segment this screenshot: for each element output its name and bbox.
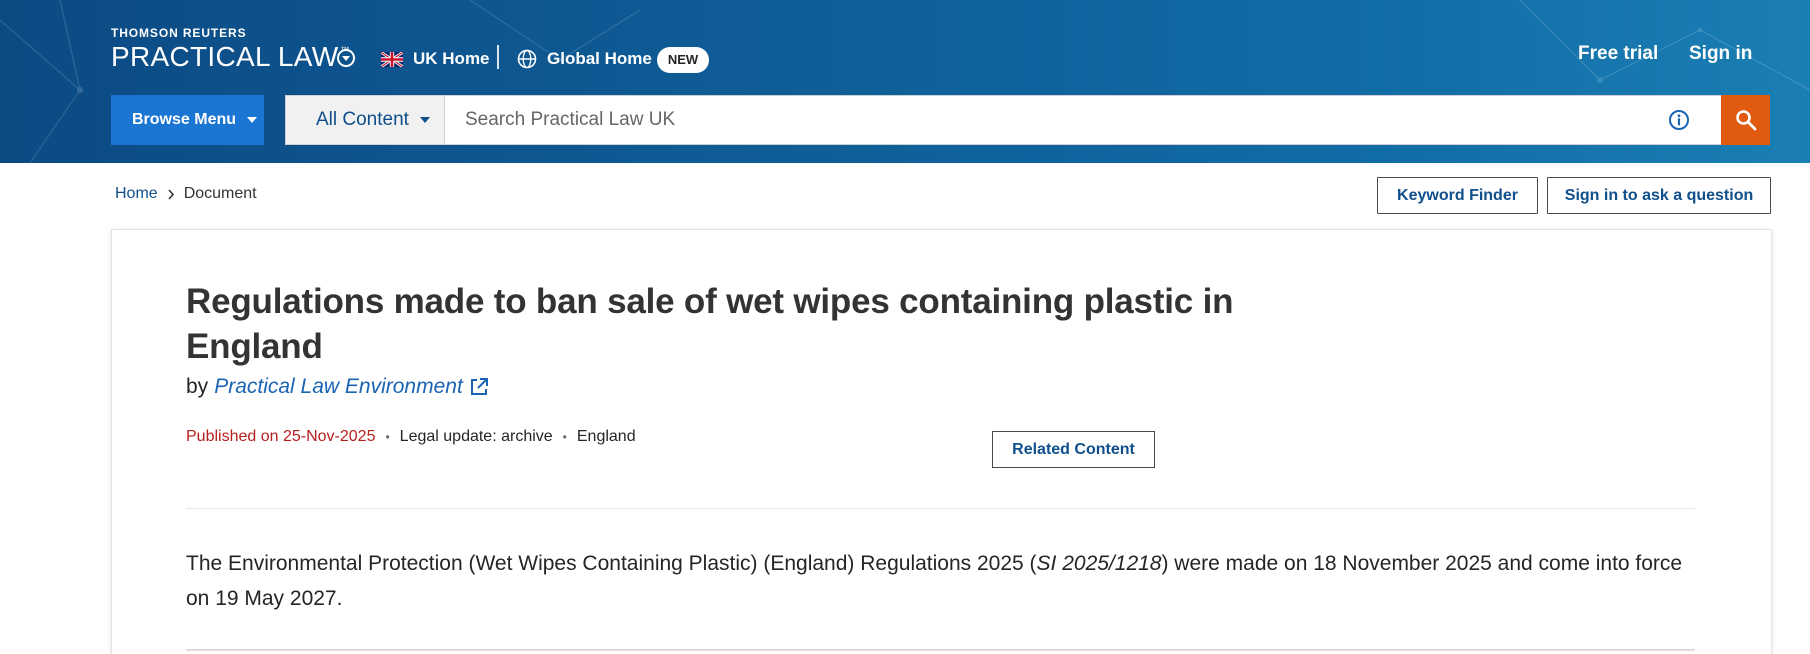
brand-top-text: THOMSON REUTERS (111, 26, 247, 40)
search-button[interactable] (1721, 95, 1770, 145)
chevron-down-icon (419, 117, 430, 123)
brand-toggle-icon[interactable] (337, 49, 355, 67)
divider (186, 508, 1695, 509)
search-icon (1735, 110, 1756, 131)
globe-icon (517, 49, 537, 69)
chevron-right-icon (168, 188, 174, 200)
new-badge: NEW (657, 47, 709, 73)
breadcrumb: Home Document (115, 185, 257, 203)
published-date: Published on 25-Nov-2025 (186, 428, 376, 445)
meta-separator: • (385, 430, 390, 444)
all-content-select[interactable]: All Content (285, 95, 445, 145)
divider (186, 649, 1695, 651)
uk-flag-icon (381, 51, 403, 67)
ask-question-button[interactable]: Sign in to ask a question (1547, 177, 1771, 214)
uk-home-label: UK Home (413, 49, 490, 68)
nav-separator (497, 45, 499, 69)
all-content-label: All Content (316, 109, 409, 130)
search-box (445, 95, 1721, 145)
practical-law-logo[interactable]: THOMSON REUTERS PRACTICAL LAW ™ (111, 26, 355, 73)
browse-menu-button[interactable]: Browse Menu (111, 95, 264, 145)
byline: by Practical Law Environment (186, 375, 489, 399)
document-title: Regulations made to ban sale of wet wipe… (186, 282, 1234, 366)
body-text-before: The Environmental Protection (Wet Wipes … (186, 552, 1037, 575)
related-content-button[interactable]: Related Content (992, 431, 1155, 468)
global-home-link[interactable]: Global Home (517, 48, 652, 70)
info-icon[interactable] (1668, 109, 1690, 131)
author-link[interactable]: Practical Law Environment (214, 375, 463, 399)
sign-in-link[interactable]: Sign in (1689, 43, 1752, 65)
uk-home-link[interactable]: UK Home (381, 48, 490, 70)
breadcrumb-home-link[interactable]: Home (115, 185, 158, 203)
meta-separator: • (562, 430, 567, 444)
brand-main-text: PRACTICAL LAW (111, 41, 339, 72)
browse-menu-label: Browse Menu (132, 111, 237, 128)
search-input[interactable] (465, 96, 1635, 144)
brand-main-wrap: PRACTICAL LAW ™ (111, 41, 350, 73)
byline-prefix: by (186, 375, 209, 398)
si-citation: SI 2025/1218 (1036, 552, 1162, 575)
external-link-icon[interactable] (469, 377, 489, 397)
free-trial-link[interactable]: Free trial (1578, 43, 1658, 65)
document-type: Legal update: archive (399, 428, 553, 445)
breadcrumb-current: Document (183, 185, 257, 202)
jurisdiction: England (576, 428, 636, 445)
document-meta: Published on 25-Nov-2025 • Legal update:… (186, 428, 636, 446)
chevron-down-icon (247, 117, 258, 123)
site-header: THOMSON REUTERS PRACTICAL LAW ™ UK Home … (0, 0, 1810, 163)
global-home-label: Global Home (547, 49, 652, 68)
keyword-finder-button[interactable]: Keyword Finder (1377, 177, 1538, 214)
document-body-paragraph: The Environmental Protection (Wet Wipes … (186, 546, 1706, 616)
